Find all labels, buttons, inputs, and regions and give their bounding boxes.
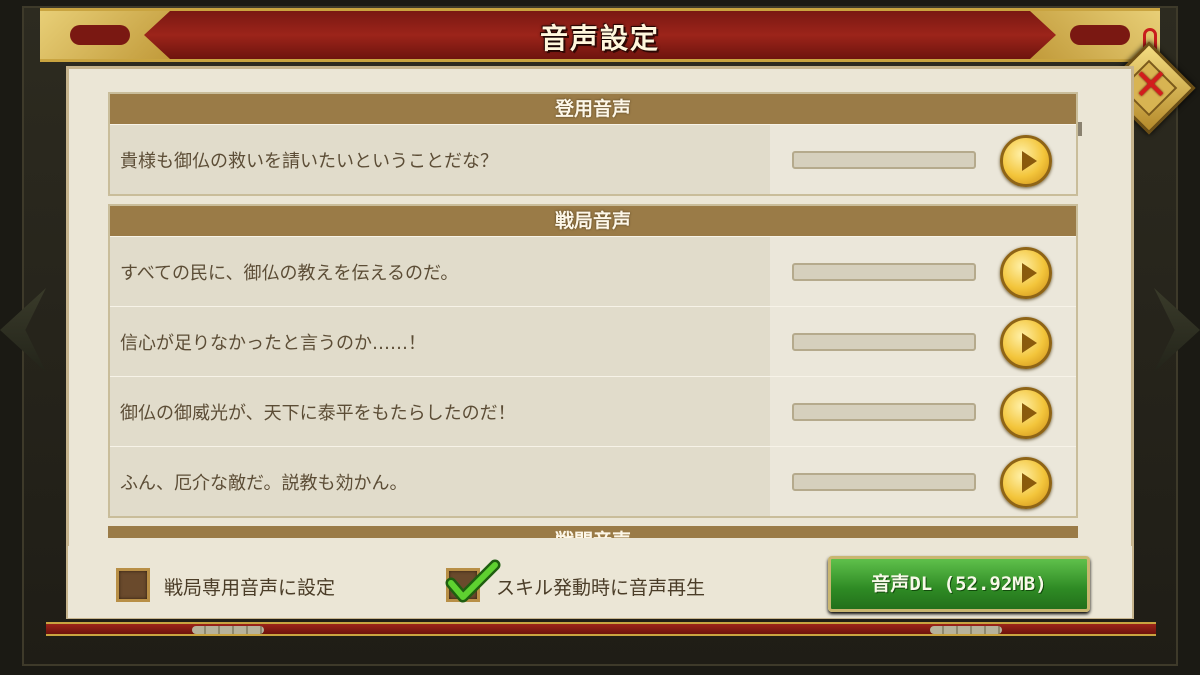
section-header: 戦闘音声	[108, 526, 1078, 538]
close-icon[interactable]: ✕	[1128, 62, 1174, 108]
playback-progress-bar	[792, 473, 976, 491]
voice-line-text: 貴様も御仏の救いを請いたいということだな？	[120, 150, 498, 172]
voice-line-text: ふん、厄介な敵だ。説教も効かん。	[120, 472, 408, 494]
play-icon	[1022, 403, 1037, 423]
play-icon	[1022, 263, 1037, 283]
strip-ornament-right	[930, 626, 1002, 634]
check-icon	[445, 559, 501, 603]
play-icon	[1022, 151, 1037, 171]
scrollbar[interactable]	[1078, 122, 1082, 136]
battle-only-voice-label: 戦局専用音声に設定	[164, 577, 336, 599]
playback-progress-bar	[792, 151, 976, 169]
battle-only-voice-checkbox[interactable]	[116, 568, 150, 602]
voice-line-controls	[770, 377, 1076, 446]
play-icon	[1022, 473, 1037, 493]
voice-download-button[interactable]: 音声DL (52.92MB)	[828, 556, 1090, 612]
voice-section: 登用音声貴様も御仏の救いを請いたいということだな？	[108, 92, 1078, 196]
section-header: 戦局音声	[110, 206, 1076, 236]
voice-line-text: 御仏の御威光が、天下に泰平をもたらしたのだ！	[120, 402, 516, 424]
voice-line-row: すべての民に、御仏の教えを伝えるのだ。	[110, 236, 1076, 306]
voice-line-row: 貴様も御仏の救いを請いたいということだな？	[110, 124, 1076, 194]
play-button[interactable]	[1000, 387, 1052, 439]
voice-line-row: 御仏の御威光が、天下に泰平をもたらしたのだ！	[110, 376, 1076, 446]
play-button[interactable]	[1000, 317, 1052, 369]
play-button[interactable]	[1000, 247, 1052, 299]
play-button[interactable]	[1000, 457, 1052, 509]
playback-progress-bar	[792, 263, 976, 281]
skill-voice-checkbox[interactable]	[445, 559, 501, 603]
voice-line-controls	[770, 447, 1076, 516]
voice-line-controls	[770, 237, 1076, 306]
skill-voice-label: スキル発動時に音声再生	[496, 577, 706, 599]
voice-list[interactable]: 登用音声 貴様も御仏の救いを請いたいということだな？ 戦局音声 すべての民に、御仏の教…	[108, 92, 1080, 538]
playback-progress-bar	[792, 333, 976, 351]
voice-line-text: 信心が足りなかったと言うのか……！	[120, 332, 426, 354]
title-banner: 音声設定	[40, 8, 1160, 62]
section-header: 登用音声	[110, 94, 1076, 124]
bottom-ornament-strip	[46, 622, 1156, 636]
play-icon	[1022, 333, 1037, 353]
page-title: 音声設定	[539, 22, 660, 55]
voice-line-controls	[770, 307, 1076, 376]
voice-line-row: 信心が足りなかったと言うのか……！	[110, 306, 1076, 376]
voice-line-row: ふん、厄介な敵だ。説教も効かん。	[110, 446, 1076, 516]
voice-line-controls	[770, 125, 1076, 194]
playback-progress-bar	[792, 403, 976, 421]
strip-ornament-left	[192, 626, 264, 634]
voice-line-text: すべての民に、御仏の教えを伝えるのだ。	[120, 262, 459, 284]
voice-section: 戦局音声すべての民に、御仏の教えを伝えるのだ。 信心が足りなかったと言うのか……！…	[108, 204, 1078, 518]
play-button[interactable]	[1000, 135, 1052, 187]
